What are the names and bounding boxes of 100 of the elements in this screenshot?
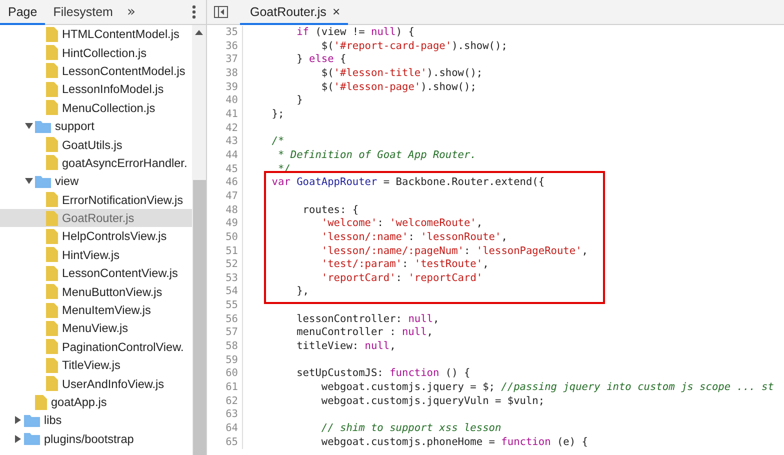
code-line: } (296, 94, 304, 108)
line-number: 57 (224, 326, 239, 340)
code-line: // shim to support xss lesson (320, 422, 502, 436)
file-icon (46, 284, 58, 300)
code-line: 'lesson/:name': 'lessonRoute', (320, 230, 508, 244)
line-number: 38 (224, 66, 239, 81)
collapsed-arrow-icon[interactable] (15, 434, 21, 443)
code-line: $('#lesson-page').show(); (320, 80, 478, 94)
tree-item[interactable]: MenuItemView.js (0, 300, 192, 320)
tree-item[interactable]: plugins/bootstrap (0, 430, 192, 448)
code-line: 'test/:param': 'testRoute', (320, 258, 490, 272)
line-number: 56 (224, 312, 239, 326)
folder-icon (24, 414, 40, 427)
tree-item[interactable]: LessonContentModel.js (0, 62, 192, 80)
file-icon (46, 302, 58, 318)
panel-tab[interactable]: Page (0, 0, 46, 25)
code-line: webgoat.customjs.jqueryVuln = $vuln; (320, 394, 546, 408)
tree-item[interactable]: HintView.js (0, 246, 192, 264)
tree-item[interactable]: GoatUtils.js (0, 135, 192, 154)
tree-item[interactable]: HintCollection.js (0, 43, 192, 62)
file-icon (46, 320, 58, 336)
code-line: * Definition of Goat App Router. (276, 148, 478, 163)
tree-item[interactable]: ErrorNotificationView.js (0, 190, 192, 209)
expanded-arrow-icon[interactable] (25, 178, 33, 184)
tree-item[interactable]: UserAndInfoView.js (0, 374, 192, 393)
more-tabs-button[interactable]: » (120, 0, 142, 24)
line-number: 45 (224, 162, 239, 176)
code-line: }; (270, 108, 286, 122)
file-icon (46, 228, 58, 244)
tree-item[interactable]: libs (0, 411, 192, 430)
code-line: webgoat.customjs.jquery = $; //passing jquery into custom js scope ... st (320, 381, 775, 395)
line-number: 65 (224, 436, 239, 450)
line-number: 63 (224, 408, 239, 422)
file-icon (46, 192, 58, 208)
code-line: 'reportCard': 'reportCard' (320, 272, 484, 286)
line-number: 40 (224, 94, 239, 108)
file-icon (46, 137, 58, 152)
file-icon (46, 339, 58, 354)
file-icon (35, 394, 47, 410)
line-number: 64 (224, 422, 239, 436)
line-number: 35 (224, 26, 239, 40)
code-line: titleView: null, (296, 340, 397, 354)
line-number: 47 (224, 190, 239, 204)
line-number: 54 (224, 285, 239, 300)
tree-item[interactable]: LessonContentView.js (0, 264, 192, 282)
line-number: 60 (224, 367, 239, 382)
editor-tab[interactable]: GoatRouter.js × (240, 0, 348, 25)
line-number: 50 (224, 230, 239, 244)
tree-item[interactable]: LessonInfoModel.js (0, 80, 192, 99)
line-number: 43 (224, 135, 239, 149)
tree-item[interactable]: MenuView.js (0, 319, 192, 338)
line-number: 59 (224, 354, 239, 368)
tree-item[interactable]: MenuCollection.js (0, 98, 192, 117)
expanded-arrow-icon[interactable] (25, 123, 33, 130)
line-number: 49 (224, 217, 239, 231)
tree-item[interactable]: HTMLContentModel.js (0, 25, 192, 44)
tree-item[interactable]: PaginationControlView. (0, 338, 192, 356)
line-number: 51 (224, 244, 239, 258)
code-line: 'lesson/:name/:pageNum': 'lessonPageRoute', (320, 244, 589, 258)
code-line: menuController : null, (296, 326, 434, 340)
code-line: routes: { (302, 204, 360, 218)
code-line: } else { (296, 53, 348, 67)
line-number: 36 (224, 40, 239, 54)
file-icon (46, 63, 58, 78)
code-line: $('#lesson-title').show(); (320, 66, 484, 81)
more-options-icon[interactable] (192, 5, 196, 19)
code-line: webgoat.customjs.phoneHome = function (e) { (320, 436, 589, 450)
tree-item[interactable]: view (0, 172, 192, 191)
line-number: 53 (224, 272, 239, 286)
line-number: 44 (224, 148, 239, 163)
tree-item[interactable]: goatAsyncErrorHandler. (0, 154, 192, 172)
line-number: 52 (224, 258, 239, 272)
folder-icon (35, 174, 51, 188)
tree-item[interactable]: goatApp.js (0, 392, 192, 412)
code-line: setUpCustomJS: function () { (296, 367, 472, 382)
sidebar-toggle-icon[interactable] (214, 6, 228, 18)
tree-item[interactable]: MenuButtonView.js (0, 282, 192, 301)
scrollbar-thumb[interactable] (192, 180, 206, 455)
close-tab-button[interactable]: × (332, 4, 340, 19)
file-icon (46, 82, 58, 97)
file-icon (46, 266, 58, 281)
file-icon (46, 247, 58, 262)
line-number: 55 (224, 299, 239, 313)
tree-item[interactable]: TitleView.js (0, 356, 192, 374)
tree-item[interactable]: HelpControlsView.js (0, 227, 192, 246)
line-number: 41 (224, 108, 239, 122)
line-number: 42 (224, 122, 239, 136)
file-icon (46, 210, 58, 226)
line-number: 39 (224, 80, 239, 94)
folder-icon (24, 432, 40, 446)
tree-item[interactable]: support (0, 116, 192, 136)
panel-tab[interactable]: Filesystem (45, 0, 121, 25)
scroll-up-icon[interactable] (195, 30, 203, 35)
line-number: 62 (224, 394, 239, 408)
file-icon (46, 100, 58, 116)
file-icon (46, 45, 58, 60)
line-number: 61 (224, 381, 239, 395)
line-number: 48 (224, 204, 239, 218)
tree-item[interactable]: GoatRouter.js (0, 208, 192, 228)
collapsed-arrow-icon[interactable] (15, 416, 21, 424)
